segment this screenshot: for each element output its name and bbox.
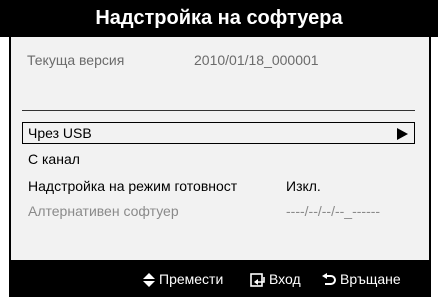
enter-label: Вход	[269, 271, 301, 287]
title-bar: Надстройка на софтуера	[0, 0, 438, 37]
menu-item-label: Чрез USB	[28, 125, 92, 141]
menu-item-label: Надстройка на режим готовност	[28, 178, 238, 194]
dialog-title: Надстройка на софтуера	[95, 7, 343, 29]
menu-item-standby-mode-upgrade[interactable]: Надстройка на режим готовност Изкл.	[22, 176, 415, 198]
enter-icon	[250, 273, 265, 287]
menu-item-label: Алтернативен софтуер	[28, 203, 179, 219]
menu-item-value: ----/--/--/--_------	[286, 203, 381, 219]
menu-item-value: Изкл.	[286, 178, 321, 194]
menu-item-by-usb[interactable]: Чрез USB	[22, 122, 415, 144]
divider	[22, 110, 415, 111]
menu-item-alternative-software: Алтернативен софтуер ----/--/--/--_-----…	[22, 201, 415, 223]
move-label: Премести	[159, 271, 224, 287]
current-version-label: Текуща версия	[27, 52, 125, 68]
current-version-value: 2010/01/18_000001	[194, 52, 319, 68]
enter-hint: Вход	[250, 270, 301, 288]
footer-hints: Премести Вход Връщане	[9, 260, 431, 297]
move-hint: Премести	[143, 270, 223, 288]
software-upgrade-dialog: Надстройка на софтуера Текуща версия 201…	[0, 0, 438, 305]
return-hint: Връщане	[322, 270, 401, 288]
up-down-arrows-icon	[143, 273, 155, 287]
menu-item-by-channel[interactable]: С канал	[22, 149, 415, 171]
menu-item-label: С канал	[28, 151, 80, 167]
bottom-strip	[0, 297, 438, 305]
play-arrow-icon	[397, 128, 408, 140]
return-label: Връщане	[340, 271, 401, 287]
return-icon	[322, 273, 336, 285]
